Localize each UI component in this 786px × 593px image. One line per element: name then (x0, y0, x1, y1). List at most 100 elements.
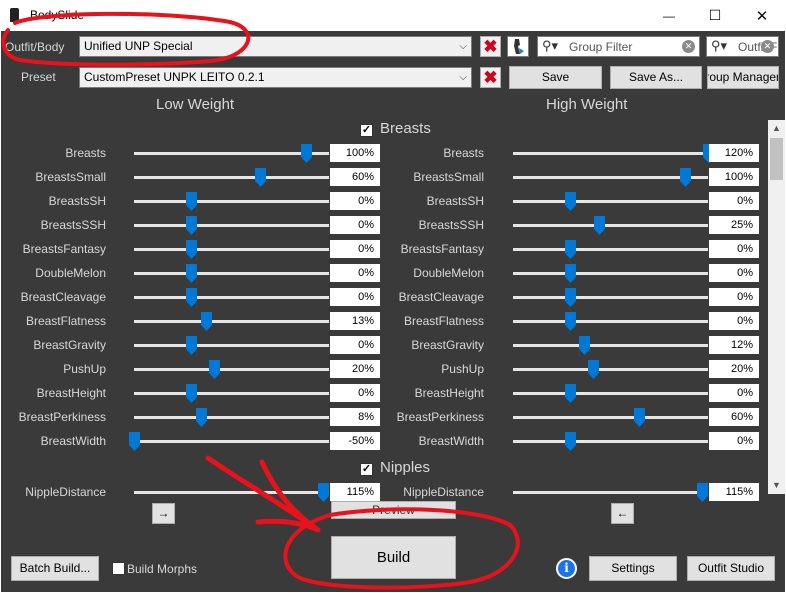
high-slider-track[interactable] (513, 320, 708, 323)
low-value-field[interactable]: 20% (330, 360, 380, 378)
high-slider-track[interactable] (513, 296, 708, 299)
high-slider-track[interactable] (513, 200, 708, 203)
low-value-field[interactable]: -50% (330, 432, 380, 450)
high-value-field[interactable]: 120% (709, 144, 759, 162)
low-slider-track[interactable] (134, 176, 329, 179)
close-button[interactable]: ✕ (739, 0, 785, 31)
high-slider-thumb[interactable] (565, 264, 576, 283)
low-slider-thumb[interactable] (201, 312, 212, 331)
high-slider-thumb[interactable] (579, 336, 590, 355)
build-morphs-checkbox[interactable] (112, 562, 125, 575)
vertical-scrollbar[interactable]: ▲ ▼ (768, 120, 785, 494)
group-filter-field[interactable]: ⚲▾ Group Filter ✕ (537, 36, 700, 57)
low-slider-track[interactable] (134, 296, 329, 299)
low-slider-thumb[interactable] (255, 168, 266, 187)
low-slider-thumb[interactable] (196, 408, 207, 427)
high-value-field[interactable]: 0% (709, 192, 759, 210)
high-slider-track[interactable] (513, 491, 708, 494)
outfit-body-dropdown[interactable]: Unified UNP Special ⌵ (79, 36, 472, 57)
high-slider-thumb[interactable] (594, 216, 605, 235)
preset-dropdown[interactable]: CustomPreset UNPK LEITO 0.2.1 ⌵ (79, 67, 472, 88)
low-slider-thumb[interactable] (301, 144, 312, 163)
low-slider-track[interactable] (134, 200, 329, 203)
scroll-down-icon[interactable]: ▼ (768, 477, 785, 494)
category-checkbox-nipples[interactable]: ✓ (360, 463, 373, 476)
high-slider-track[interactable] (513, 224, 708, 227)
high-slider-track[interactable] (513, 392, 708, 395)
outfit-filter-field[interactable]: ⚲▾ Outfit Filter ✕ (706, 36, 779, 57)
high-value-field[interactable]: 0% (709, 264, 759, 282)
clear-search-icon[interactable]: ✕ (761, 40, 774, 53)
low-value-field[interactable]: 0% (330, 240, 380, 258)
low-value-field[interactable]: 0% (330, 288, 380, 306)
high-value-field[interactable]: 0% (709, 384, 759, 402)
high-slider-track[interactable] (513, 440, 708, 443)
build-button[interactable]: Build (331, 536, 456, 579)
high-slider-thumb[interactable] (588, 360, 599, 379)
low-slider-track[interactable] (134, 440, 329, 443)
low-value-field[interactable]: 8% (330, 408, 380, 426)
copy-high-to-low-button[interactable]: ← (611, 503, 634, 524)
high-slider-track[interactable] (513, 368, 708, 371)
high-slider-thumb[interactable] (634, 408, 645, 427)
low-slider-thumb[interactable] (186, 288, 197, 307)
low-slider-track[interactable] (134, 224, 329, 227)
low-slider-track[interactable] (134, 368, 329, 371)
high-value-field[interactable]: 115% (709, 483, 759, 501)
high-slider-thumb[interactable] (697, 483, 708, 502)
low-slider-thumb[interactable] (318, 483, 329, 502)
minimize-button[interactable]: — (646, 0, 692, 31)
low-slider-track[interactable] (134, 248, 329, 251)
scroll-up-icon[interactable]: ▲ (768, 120, 785, 137)
high-slider-track[interactable] (513, 176, 708, 179)
outfit-studio-button[interactable]: Outfit Studio (687, 556, 775, 581)
high-slider-thumb[interactable] (565, 240, 576, 259)
delete-preset-button[interactable]: ✖ (480, 67, 501, 88)
high-slider-thumb[interactable] (565, 312, 576, 331)
high-slider-thumb[interactable] (565, 192, 576, 211)
high-value-field[interactable]: 60% (709, 408, 759, 426)
save-button[interactable]: Save (509, 66, 602, 89)
scrollbar-thumb[interactable] (770, 138, 783, 180)
low-slider-track[interactable] (134, 491, 329, 494)
clear-outfit-button[interactable]: ✖ (480, 36, 501, 57)
high-slider-track[interactable] (513, 416, 708, 419)
low-slider-thumb[interactable] (186, 192, 197, 211)
low-slider-thumb[interactable] (209, 360, 220, 379)
low-slider-thumb[interactable] (186, 264, 197, 283)
low-value-field[interactable]: 13% (330, 312, 380, 330)
low-value-field[interactable]: 0% (330, 336, 380, 354)
high-value-field[interactable]: 100% (709, 168, 759, 186)
preview-button[interactable]: Preview (331, 501, 456, 519)
group-manager-button[interactable]: Group Manager (707, 66, 779, 89)
low-value-field[interactable]: 0% (330, 192, 380, 210)
low-value-field[interactable]: 0% (330, 384, 380, 402)
low-slider-track[interactable] (134, 320, 329, 323)
high-value-field[interactable]: 0% (709, 240, 759, 258)
low-slider-thumb[interactable] (186, 240, 197, 259)
high-value-field[interactable]: 0% (709, 432, 759, 450)
info-icon[interactable]: i (556, 558, 577, 579)
high-slider-thumb[interactable] (565, 384, 576, 403)
high-value-field[interactable]: 0% (709, 312, 759, 330)
low-slider-track[interactable] (134, 392, 329, 395)
low-slider-thumb[interactable] (129, 432, 140, 451)
high-slider-thumb[interactable] (565, 432, 576, 451)
high-slider-thumb[interactable] (565, 288, 576, 307)
high-value-field[interactable]: 20% (709, 360, 759, 378)
high-value-field[interactable]: 12% (709, 336, 759, 354)
low-slider-thumb[interactable] (186, 384, 197, 403)
high-slider-thumb[interactable] (680, 168, 691, 187)
batch-build-button[interactable]: Batch Build... (11, 556, 99, 581)
copy-low-to-high-button[interactable]: → (152, 503, 175, 524)
high-slider-track[interactable] (513, 344, 708, 347)
low-slider-thumb[interactable] (186, 336, 197, 355)
category-checkbox-breasts[interactable]: ✓ (360, 124, 373, 137)
low-slider-track[interactable] (134, 152, 329, 155)
high-slider-track[interactable] (513, 272, 708, 275)
high-value-field[interactable]: 25% (709, 216, 759, 234)
maximize-button[interactable]: ☐ (692, 0, 738, 31)
outfit-picker-button[interactable] (507, 36, 529, 57)
low-slider-track[interactable] (134, 416, 329, 419)
low-value-field[interactable]: 60% (330, 168, 380, 186)
